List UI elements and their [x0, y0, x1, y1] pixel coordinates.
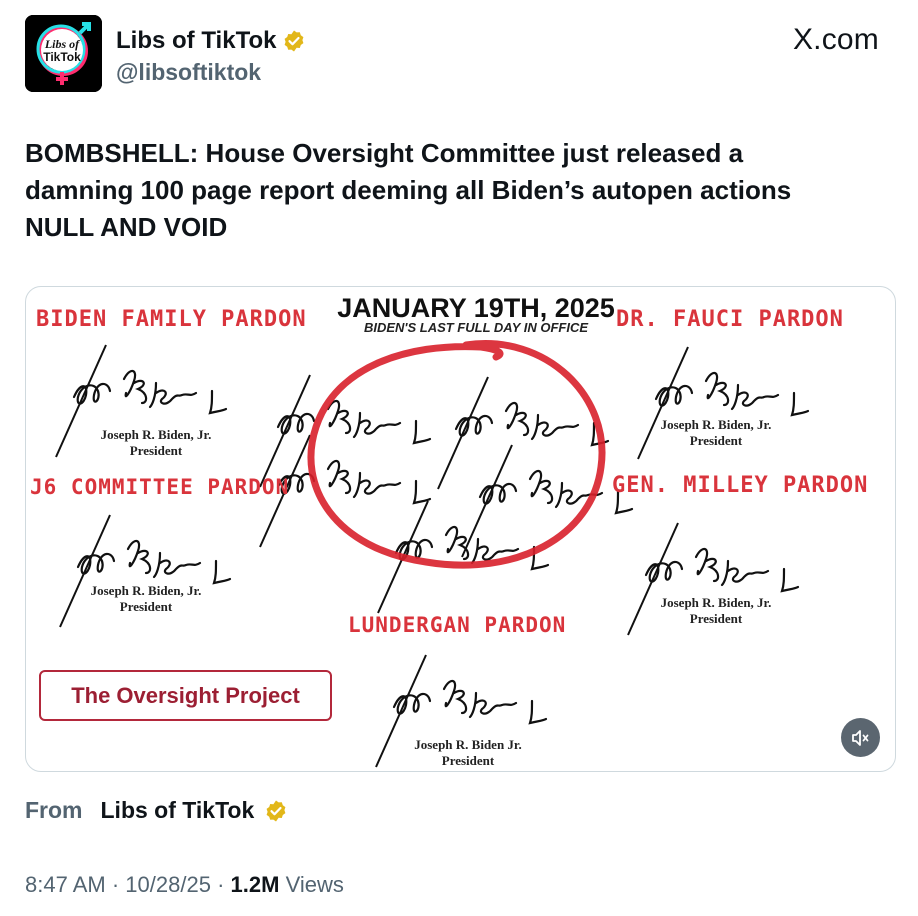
pardon-label-fauci: DR. FAUCI PARDON [616, 307, 844, 332]
handle[interactable]: @libsoftiktok [116, 59, 261, 86]
signature-caption: Joseph R. Biden, Jr. President [626, 595, 806, 627]
signature-title: President [119, 599, 173, 614]
display-name[interactable]: Libs of TikTok [116, 27, 276, 55]
tweet-text: BOMBSHELL: House Oversight Committee jus… [25, 135, 885, 246]
signature-title: President [129, 443, 183, 458]
svg-text:TikTok: TikTok [43, 50, 81, 64]
oversight-project-badge: The Oversight Project [39, 670, 332, 721]
tweet-text-line: damning 100 page report deeming all Bide… [25, 175, 792, 205]
signature-name: Joseph R. Biden, Jr. [660, 595, 772, 610]
separator: · [217, 872, 225, 897]
views-count: 1.2M [230, 872, 280, 897]
tweet-header: Libs of TikTok Libs of TikTok @libsoftik… [25, 15, 895, 93]
libs-of-tiktok-logo-icon: Libs of TikTok [25, 15, 102, 92]
signature-title: President [689, 611, 743, 626]
verified-badge-icon [285, 30, 304, 52]
signature-caption: Joseph R. Biden, Jr. President [56, 583, 236, 615]
mute-toggle-button[interactable] [841, 718, 880, 757]
pardon-label-j6: J6 COMMITTEE PARDON [30, 475, 290, 499]
pardon-label-lundergan: LUNDERGAN PARDON [348, 613, 567, 637]
tweet-time[interactable]: 8:47 AM [25, 872, 106, 897]
signature-name: Joseph R. Biden, Jr. [660, 417, 772, 432]
tweet-text-line: BOMBSHELL: House Oversight Committee jus… [25, 138, 744, 168]
tweet-text-line: NULL AND VOID [25, 212, 228, 242]
signature [460, 443, 634, 559]
signature-caption: Joseph R. Biden Jr. President [378, 737, 558, 769]
media-subtitle: BIDEN'S LAST FULL DAY IN OFFICE [363, 320, 589, 335]
signature-title: President [689, 433, 743, 448]
pardon-label-biden-family: BIDEN FAMILY PARDON [36, 307, 307, 332]
views-label: Views [285, 872, 344, 897]
pardon-label-milley: GEN. MILLEY PARDON [612, 473, 869, 498]
site-label: X.com [792, 23, 879, 56]
signature-caption: Joseph R. Biden, Jr. President [66, 427, 246, 459]
avatar[interactable]: Libs of TikTok [25, 15, 102, 92]
separator: · [111, 872, 120, 897]
video-media[interactable]: JANUARY 19TH, 2025 BIDEN'S LAST FULL DAY… [25, 286, 896, 772]
speaker-muted-icon [851, 729, 868, 746]
from-attribution: From Libs of TikTok [25, 797, 288, 824]
signature-name: Joseph R. Biden, Jr. [90, 583, 202, 598]
verified-badge-icon [266, 800, 286, 821]
svg-text:Libs of: Libs of [44, 37, 80, 51]
from-label: From [25, 797, 83, 823]
display-name-row[interactable]: Libs of TikTok [116, 27, 306, 55]
tweet-date[interactable]: 10/28/25 [125, 872, 211, 897]
tweet-metadata: 8:47 AM · 10/28/25 · 1.2M Views [25, 872, 344, 898]
signature-caption: Joseph R. Biden, Jr. President [626, 417, 806, 449]
signature-name: Joseph R. Biden Jr. [414, 737, 522, 752]
signature-title: President [441, 753, 495, 768]
signature-name: Joseph R. Biden, Jr. [100, 427, 212, 442]
from-account-link[interactable]: Libs of TikTok [101, 797, 255, 824]
